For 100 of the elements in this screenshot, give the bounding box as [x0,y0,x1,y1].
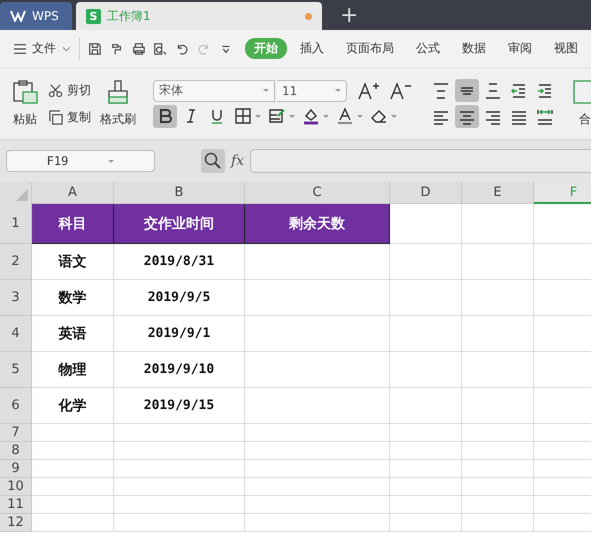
table-cell [462,316,534,352]
caret-icon [62,46,71,52]
table-cell [390,496,462,514]
function-label: fx [231,153,244,169]
table-cell [390,244,462,280]
file-menu[interactable]: 文件 [32,40,56,57]
clipboard-icon [11,79,39,105]
dropdown-icon [255,114,261,118]
row-header[interactable]: 3 [0,280,32,316]
table-cell [462,280,534,316]
table-cell: 2019/9/5 [114,280,245,316]
table-cell: 物理 [32,352,114,388]
table-cell [462,496,534,514]
document-tab[interactable]: WPS [0,2,72,30]
row-header[interactable]: 7 [0,424,32,442]
table-cell: 语文 [32,244,114,280]
align-bottom-icon [483,80,503,100]
row-header[interactable]: 5 [0,352,32,388]
table-cell [462,204,534,244]
middle-align-button[interactable] [455,79,479,102]
decrease-font-icon[interactable] [389,80,411,100]
table-cell: 英语 [32,316,114,352]
center-align-button[interactable] [455,105,479,128]
paint-bucket-icon [301,106,321,126]
distribute-icon [535,106,555,126]
table-cell [462,514,534,532]
table-cell: 2019/9/15 [114,388,245,424]
table-cell: 化学 [32,388,114,424]
spreadsheet-icon: S [86,8,101,24]
table-cell: 2019/9/1 [114,316,245,352]
row-header[interactable]: 1 [0,204,32,244]
ribbon-tab[interactable]: 审阅 [498,38,541,59]
table-cell [462,460,534,478]
bold-button[interactable] [153,104,177,128]
row-header[interactable]: 6 [0,388,32,424]
font-dropdown[interactable]: 宋体 [153,80,275,102]
table-cell [390,204,462,244]
row-header[interactable]: 4 [0,316,32,352]
scissors-icon [48,82,63,98]
row-header[interactable]: 10 [0,478,32,496]
formula-input[interactable] [250,149,591,173]
table-cell [462,424,534,442]
table-cell [462,244,534,280]
search-icon[interactable] [201,149,225,173]
copy-icon [48,110,63,124]
w-logo-icon [10,10,26,22]
table-cell [462,388,534,424]
save-icon[interactable] [88,40,102,56]
table-cell [390,442,462,460]
table-cell: 交作业时间 [114,204,245,244]
table-cell: 剩余天数 [245,204,390,244]
table-cell [390,280,462,316]
font-color-icon [335,106,355,126]
table-cell [462,352,534,388]
cut-button[interactable]: 剪切 [48,82,91,98]
row-header[interactable]: 12 [0,514,32,532]
table-cell [390,514,462,532]
row-header[interactable]: 9 [0,460,32,478]
tab-label: WPS [32,9,59,23]
ribbon-tab[interactable]: 数据 [452,38,495,59]
merge-button[interactable]: 合 [569,77,591,130]
ribbon-tab[interactable]: 公式 [406,38,449,59]
table-cell [390,478,462,496]
table-cell [390,388,462,424]
ribbon-tab[interactable]: 页面布局 [336,38,403,59]
print-icon[interactable] [132,40,146,56]
merge-cells-icon [572,79,591,105]
format-painter-button[interactable]: 格式刷 [97,77,139,130]
table-cell: 数学 [32,280,114,316]
table-cell: 科目 [32,204,114,244]
menu-icon[interactable] [14,42,26,54]
column-header[interactable]: D [390,182,462,204]
copy-button[interactable]: 复制 [48,108,91,126]
name-box[interactable]: F19 [6,150,155,172]
table-cell [390,424,462,442]
table-cell: 2019/8/31 [114,244,245,280]
dropdown-icon [357,114,363,118]
dropdown-icon [323,114,329,118]
row-header[interactable]: 2 [0,244,32,280]
font-size-dropdown[interactable]: 11 [277,80,347,102]
ribbon-tab[interactable]: 插入 [290,38,333,59]
new-tab-button[interactable]: + [340,2,358,30]
table-cell [462,478,534,496]
increase-font-icon[interactable] [357,80,379,100]
dropdown-icon [289,114,295,118]
table-cell [390,352,462,388]
row-header[interactable]: 8 [0,442,32,460]
table-cell [390,460,462,478]
table-cell [390,316,462,352]
ribbon-tab[interactable]: 视图 [544,38,587,59]
tab-label: 工作簿1 [107,8,151,24]
unsaved-dot [305,12,312,20]
align-top-icon [431,80,451,100]
paste-button[interactable]: 粘贴 [8,77,42,130]
table-cell: 2019/9/10 [114,352,245,388]
dropdown-icon [391,114,397,118]
table-cell [462,442,534,460]
print-preview-icon[interactable] [153,40,168,56]
grid-icon [233,106,253,126]
row-header[interactable]: 11 [0,496,32,514]
